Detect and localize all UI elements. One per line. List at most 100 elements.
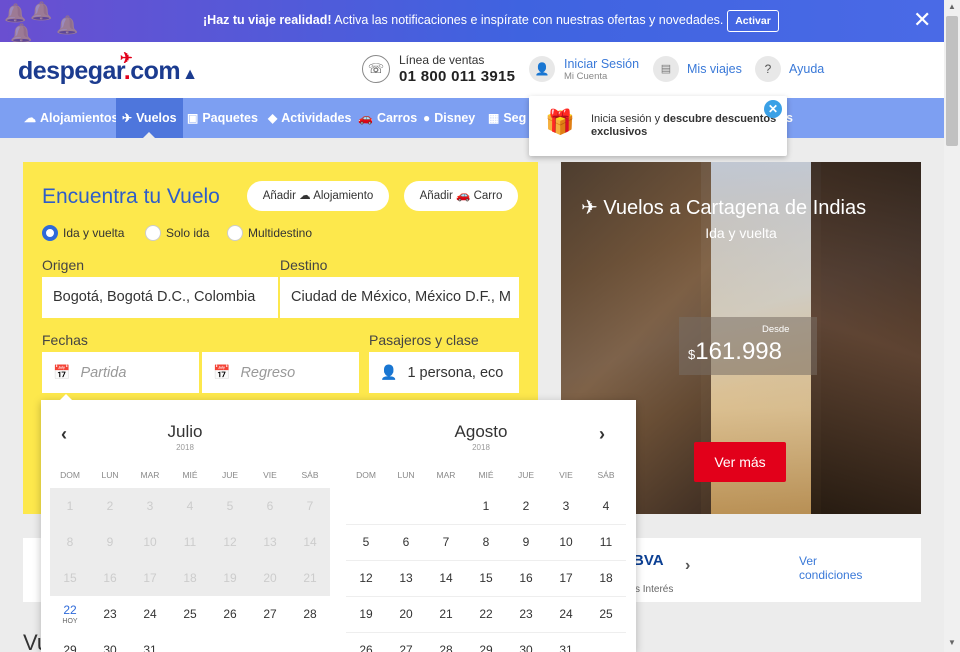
calendar-day[interactable]: 25 xyxy=(170,596,210,632)
calendar-day: 3 xyxy=(130,488,170,524)
calendar-day[interactable]: 26 xyxy=(346,632,386,652)
calendar-day[interactable]: 1 xyxy=(466,488,506,524)
calendar-day: 11 xyxy=(170,524,210,560)
calendar-day[interactable]: 31 xyxy=(546,632,586,652)
departure-date-input[interactable]: 📅 Partida xyxy=(42,352,199,393)
calendar-day[interactable]: 24 xyxy=(546,596,586,632)
calendar-day[interactable]: 25 xyxy=(586,596,626,632)
origin-input[interactable]: Bogotá, Bogotá D.C., Colombia xyxy=(42,277,278,318)
promo-subtitle: Ida y vuelta xyxy=(705,225,777,241)
login-link[interactable]: Iniciar Sesión xyxy=(564,57,639,71)
login-promo-popover: 🎁 Inicia sesión y descubre descuentos ex… xyxy=(529,96,787,156)
month-header: Agosto 2018 xyxy=(346,422,616,452)
calendar-day[interactable]: 22 xyxy=(466,596,506,632)
calendar-day[interactable]: 20 xyxy=(386,596,426,632)
calendar-day[interactable]: 9 xyxy=(506,524,546,560)
trips-icon[interactable]: ▤ xyxy=(653,56,679,82)
scroll-up-icon[interactable]: ▲ xyxy=(947,2,957,11)
my-trips-link[interactable]: Mis viajes xyxy=(687,62,742,76)
calendar-day[interactable]: 29 xyxy=(50,632,90,652)
calendar-day[interactable]: 23 xyxy=(90,596,130,632)
radio-round-trip[interactable]: Ida y vuelta xyxy=(42,225,124,241)
calendar-day[interactable]: 27 xyxy=(386,632,426,652)
calendar-day[interactable]: 26 xyxy=(210,596,250,632)
calendar-day[interactable]: 4 xyxy=(586,488,626,524)
destination-input[interactable]: Ciudad de México, México D.F., M xyxy=(280,277,519,318)
radio-one-way[interactable]: Solo ida xyxy=(145,225,209,241)
bell-pattern-icon: 🔔 🔔 🔔 🔔 xyxy=(4,1,79,43)
weekday-label: MAR xyxy=(140,470,160,480)
help-icon[interactable]: ? xyxy=(755,56,781,82)
suitcase-icon: ▣ xyxy=(187,111,199,125)
row-divider xyxy=(346,524,626,525)
weekday-label: MAR xyxy=(436,470,456,480)
calendar-day[interactable]: 8 xyxy=(466,524,506,560)
despegar-logo[interactable]: despegar.com ▲ ✈ xyxy=(18,50,198,86)
weekday-label: JUE xyxy=(221,470,239,480)
gift-icon: 🎁 xyxy=(545,109,575,136)
calendar-day[interactable]: 30 xyxy=(90,632,130,652)
month-name: Julio xyxy=(167,422,203,441)
user-icon[interactable]: 👤 xyxy=(529,56,555,82)
add-car-button[interactable]: Añadir 🚗 Carro xyxy=(404,181,518,211)
nav-item-more[interactable]: s xyxy=(786,98,793,138)
calendar-day[interactable]: 30 xyxy=(506,632,546,652)
calendar-day[interactable]: 21 xyxy=(426,596,466,632)
nav-item-vuelos[interactable]: ✈ Vuelos xyxy=(116,98,183,138)
calendar-day[interactable]: 6 xyxy=(386,524,426,560)
activate-notifications-button[interactable]: Activar xyxy=(727,10,779,32)
weekday-label: VIE xyxy=(559,470,573,480)
calendar-day[interactable]: 11 xyxy=(586,524,626,560)
weekday-label: MIÉ xyxy=(478,470,494,480)
calendar-day[interactable]: 2 xyxy=(506,488,546,524)
month-name: Agosto xyxy=(454,422,508,441)
calendar-day[interactable]: 24 xyxy=(130,596,170,632)
calendar-day[interactable]: 29 xyxy=(466,632,506,652)
month-year: 2018 xyxy=(472,443,490,452)
scroll-thumb[interactable] xyxy=(946,16,958,146)
calendar-day[interactable]: 15 xyxy=(466,560,506,596)
close-popover-icon[interactable]: ✕ xyxy=(764,100,782,118)
calendar-day[interactable]: 10 xyxy=(546,524,586,560)
return-date-input[interactable]: 📅 Regreso xyxy=(202,352,359,393)
weekday-label: SÁB xyxy=(301,470,319,480)
add-hotel-button[interactable]: Añadir ☁ Alojamiento xyxy=(247,181,389,211)
nav-item-alojamientos[interactable]: ☁ Alojamientos xyxy=(24,98,119,138)
sales-line-label: Línea de ventas xyxy=(399,53,485,67)
calendar-day[interactable]: 28 xyxy=(426,632,466,652)
close-icon[interactable]: ✕ xyxy=(913,9,931,31)
calendar-day: 15 xyxy=(50,560,90,596)
nav-item-actividades[interactable]: ◆ Actividades xyxy=(268,98,351,138)
calendar-day[interactable]: 31 xyxy=(130,632,170,652)
calendar-day[interactable]: 28 xyxy=(290,596,330,632)
conditions-link[interactable]: Ver condiciones xyxy=(799,554,879,582)
calendar-day[interactable]: 5 xyxy=(346,524,386,560)
help-link[interactable]: Ayuda xyxy=(789,62,824,76)
calendar-day[interactable]: 7 xyxy=(426,524,466,560)
passengers-input[interactable]: 👤 1 persona, eco xyxy=(369,352,519,393)
radio-multi-destination[interactable]: Multidestino xyxy=(227,225,312,241)
calendar-day[interactable]: 17 xyxy=(546,560,586,596)
calendar-day[interactable]: 16 xyxy=(506,560,546,596)
calendar-day[interactable]: 19 xyxy=(346,596,386,632)
calendar-day[interactable]: 27 xyxy=(250,596,290,632)
calendar-day[interactable]: 12 xyxy=(346,560,386,596)
calendar-day[interactable]: 23 xyxy=(506,596,546,632)
phone-icon: ☏ xyxy=(362,55,390,83)
calendar-day[interactable]: 18 xyxy=(586,560,626,596)
nav-item-carros[interactable]: 🚗 Carros xyxy=(358,98,417,138)
calendar-day[interactable]: 13 xyxy=(386,560,426,596)
my-account-label: Mi Cuenta xyxy=(564,71,608,82)
chevron-right-icon[interactable]: › xyxy=(685,557,690,575)
nav-item-seguros[interactable]: ▦ Seg xyxy=(488,98,526,138)
today-day-number: 22 xyxy=(63,603,77,617)
notification-message: ¡Haz tu viaje realidad! Activa las notif… xyxy=(203,13,724,27)
calendar-day[interactable]: 14 xyxy=(426,560,466,596)
calendar-day[interactable]: 22 HOY xyxy=(50,596,90,632)
nav-item-disney[interactable]: ● Disney xyxy=(423,98,475,138)
nav-item-paquetes[interactable]: ▣ Paquetes xyxy=(187,98,258,138)
scroll-down-icon[interactable]: ▼ xyxy=(947,638,957,647)
see-more-button[interactable]: Ver más xyxy=(694,442,786,482)
page-scrollbar[interactable]: ▲ ▼ xyxy=(944,0,960,652)
calendar-day[interactable]: 3 xyxy=(546,488,586,524)
